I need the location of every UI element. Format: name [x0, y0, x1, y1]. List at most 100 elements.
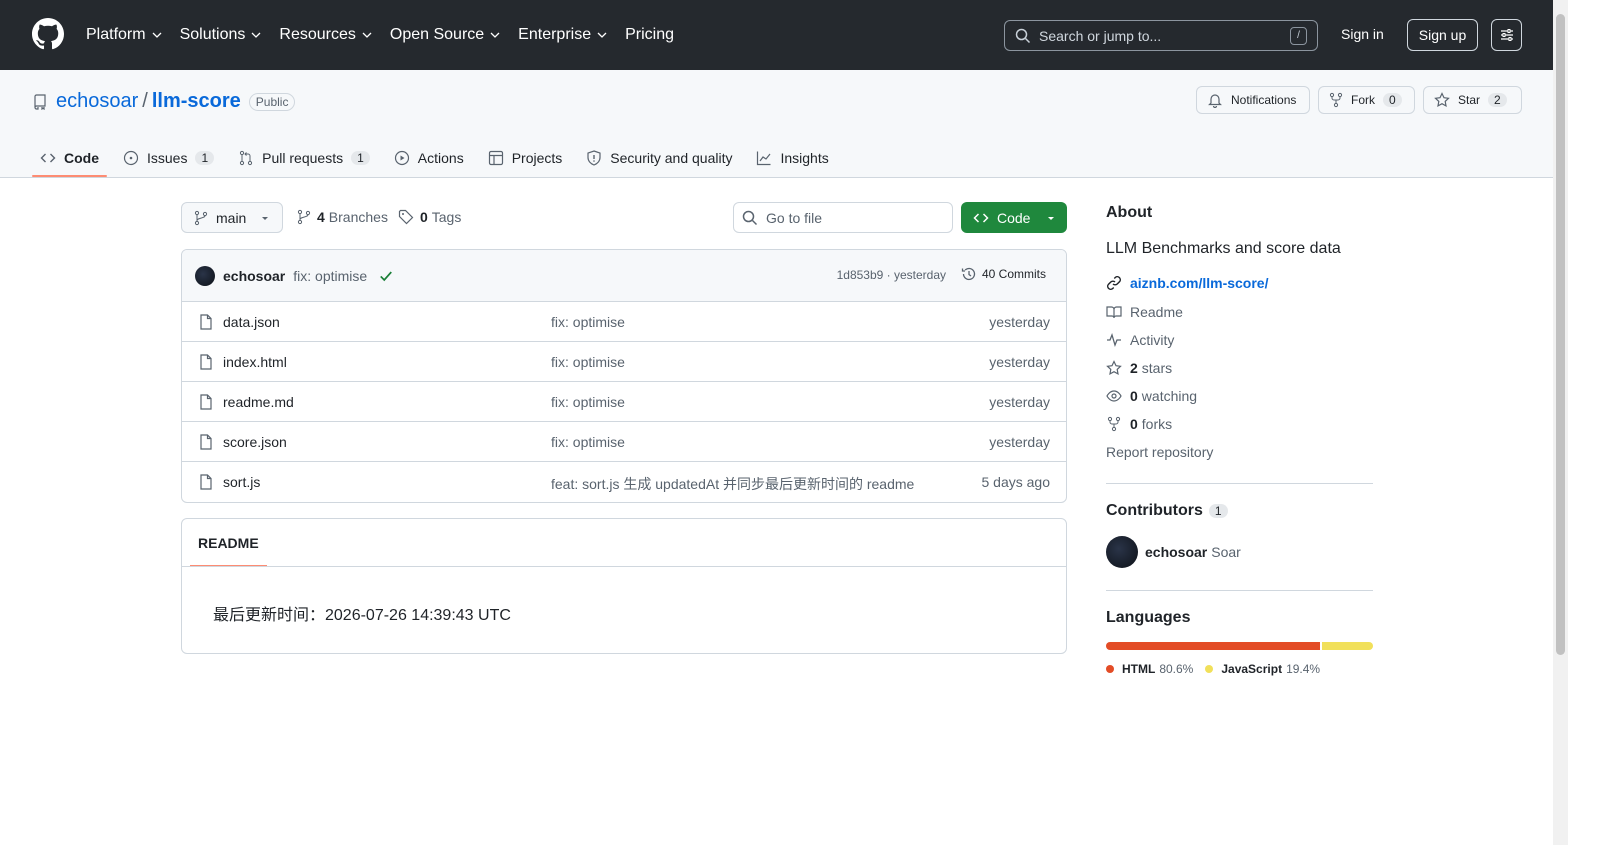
forks-link[interactable]: 0 forks — [1106, 415, 1373, 432]
watching-count: 0 — [1130, 387, 1138, 404]
tab-label: Projects — [511, 150, 563, 166]
tab-pull-requests[interactable]: Pull requests 1 — [230, 140, 378, 176]
fork-count: 0 — [1383, 93, 1402, 107]
code-icon — [40, 153, 56, 163]
language-list: HTML 80.6% JavaScript 19.4% — [1106, 662, 1373, 676]
contributors-title: Contributors — [1106, 502, 1203, 519]
scrollbar-thumb[interactable] — [1556, 14, 1565, 655]
about-heading: About — [1106, 204, 1153, 221]
tab-count: 1 — [195, 151, 215, 165]
commit-author[interactable]: echosoar — [223, 268, 285, 284]
file-commit-message[interactable]: fix: optimise — [551, 354, 625, 370]
chevron-down-icon — [362, 32, 372, 38]
github-logo-icon[interactable] — [32, 18, 64, 50]
caret-down-icon — [1048, 216, 1055, 220]
file-name-link[interactable]: data.json — [223, 314, 280, 330]
branches-count[interactable]: 4 — [317, 209, 325, 225]
stars-link[interactable]: 2 stars — [1106, 360, 1373, 376]
file-commit-message[interactable]: fix: optimise — [551, 394, 625, 410]
search-placeholder: Search or jump to... — [1039, 27, 1162, 44]
nav-resources[interactable]: Resources — [279, 23, 372, 47]
website-link[interactable]: aiznb.com/llm-score/ — [1106, 275, 1373, 291]
code-dropdown-button[interactable]: Code — [961, 202, 1067, 233]
activity-link[interactable]: Activity — [1106, 332, 1373, 348]
book-icon — [1106, 305, 1122, 318]
chevron-down-icon — [490, 32, 500, 38]
file-commit-date: yesterday — [989, 314, 1050, 330]
report-repository-link[interactable]: Report repository — [1106, 444, 1373, 460]
avatar[interactable] — [195, 265, 215, 286]
bell-icon — [1208, 94, 1222, 108]
file-name-link[interactable]: score.json — [223, 434, 287, 450]
go-to-file-input[interactable]: Go to file — [733, 202, 953, 233]
tab-insights[interactable]: Insights — [748, 140, 836, 176]
languages-section: Languages HTML 80.6% JavaScript 19.4% — [1106, 609, 1373, 676]
contributors-count: 1 — [1208, 504, 1228, 518]
sidebar-divider — [1106, 590, 1373, 591]
fork-icon — [1329, 92, 1343, 108]
notifications-button[interactable]: Notifications — [1196, 86, 1310, 114]
file-commit-message[interactable]: fix: optimise — [551, 434, 625, 450]
sign-up-button[interactable]: Sign up — [1407, 19, 1478, 51]
settings-menu-button[interactable] — [1491, 19, 1522, 51]
readme-link[interactable]: Readme — [1106, 304, 1373, 320]
contributors-heading[interactable]: Contributors 1 — [1106, 502, 1241, 520]
star-button[interactable]: Star 2 — [1423, 86, 1522, 114]
tab-actions[interactable]: Actions — [386, 140, 472, 176]
tags-link[interactable]: Tags — [432, 209, 462, 225]
nav-enterprise[interactable]: Enterprise — [518, 23, 607, 47]
branches-link[interactable]: Branches — [329, 209, 388, 225]
check-icon[interactable] — [379, 269, 393, 283]
repo-name-link[interactable]: llm-score — [152, 90, 241, 113]
nav-open-source[interactable]: Open Source — [390, 23, 500, 47]
page-scrollbar[interactable] — [1553, 0, 1568, 845]
tags-count[interactable]: 0 — [420, 209, 428, 225]
tab-code[interactable]: Code — [32, 140, 107, 177]
notifications-label: Notifications — [1231, 93, 1297, 107]
language-item-html[interactable]: HTML 80.6% — [1106, 662, 1193, 676]
file-name-link[interactable]: index.html — [223, 354, 287, 370]
commits-history-link[interactable]: 40 Commits — [961, 266, 1046, 282]
tag-icon — [398, 209, 414, 225]
file-name-link[interactable]: readme.md — [223, 394, 294, 410]
tab-security[interactable]: Security and quality — [578, 140, 740, 176]
tab-issues[interactable]: Issues 1 — [115, 140, 222, 176]
commit-message[interactable]: fix: optimise — [293, 268, 367, 284]
repo-path-separator: / — [142, 90, 148, 112]
code-icon — [973, 212, 989, 223]
file-name-link[interactable]: sort.js — [223, 474, 260, 490]
branch-select-button[interactable]: main — [181, 202, 283, 233]
language-item-javascript[interactable]: JavaScript 19.4% — [1205, 662, 1320, 676]
file-commit-message[interactable]: fix: optimise — [551, 314, 625, 330]
nav-pricing[interactable]: Pricing — [625, 23, 674, 47]
repo-owner-link[interactable]: echosoar — [56, 90, 138, 113]
commit-hash-time[interactable]: 1d853b9 · yesterday — [837, 268, 946, 282]
table-icon — [488, 150, 503, 166]
play-icon — [394, 150, 409, 166]
tab-count: 1 — [351, 151, 370, 165]
language-bar-segment — [1321, 642, 1373, 650]
nav-platform[interactable]: Platform — [86, 23, 162, 47]
tab-label: Security and quality — [610, 150, 733, 166]
contributor-item[interactable]: echosoar Soar — [1106, 536, 1241, 568]
nav-label: Solutions — [179, 26, 246, 43]
contributor-login[interactable]: echosoar — [1145, 544, 1207, 560]
fork-button[interactable]: Fork 0 — [1318, 86, 1415, 114]
search-input[interactable]: Search or jump to... / — [1004, 20, 1318, 51]
nav-label: Pricing — [625, 26, 674, 43]
language-bar — [1106, 642, 1373, 650]
forks-label: forks — [1141, 415, 1173, 432]
tab-projects[interactable]: Projects — [480, 140, 571, 176]
nav-label: Enterprise — [518, 26, 592, 43]
link-icon — [1107, 276, 1121, 290]
file-commit-message[interactable]: feat: sort.js 生成 updatedAt 并同步最后更新时间的 re… — [551, 474, 914, 494]
history-icon — [961, 267, 976, 281]
nav-solutions[interactable]: Solutions — [180, 23, 262, 47]
watchers-link[interactable]: 0 watching — [1106, 387, 1373, 404]
sign-in-link[interactable]: Sign in — [1341, 26, 1384, 42]
search-icon — [1015, 28, 1031, 43]
file-commit-date: yesterday — [989, 434, 1050, 450]
avatar[interactable] — [1106, 536, 1138, 568]
readme-tab[interactable]: README — [190, 519, 267, 567]
search-icon — [742, 210, 758, 225]
